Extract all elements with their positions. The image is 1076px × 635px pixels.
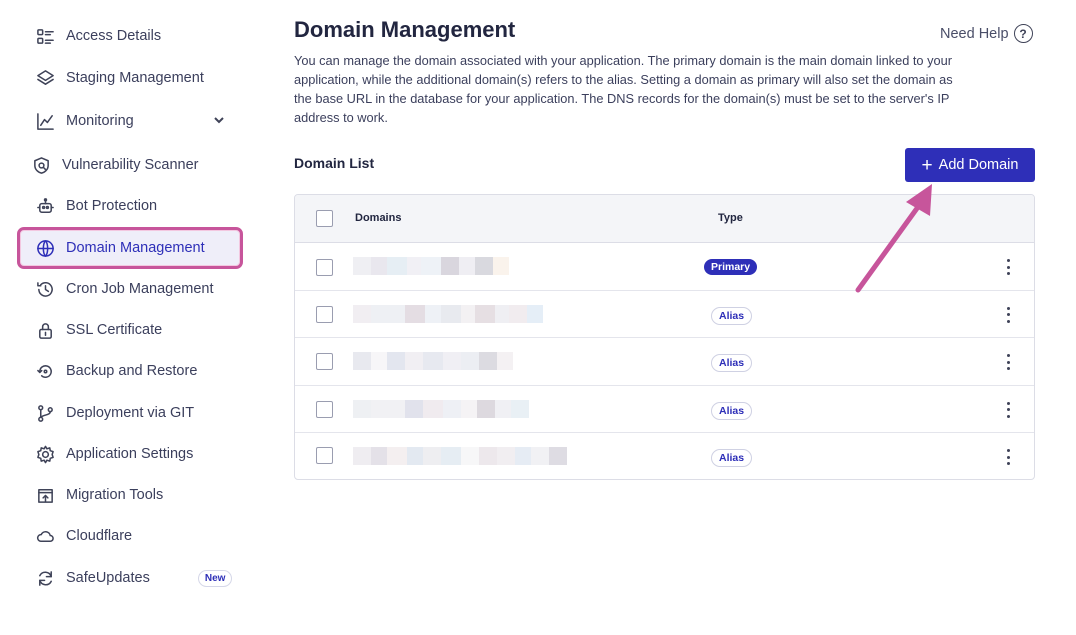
lock-icon bbox=[35, 320, 55, 340]
row-checkbox[interactable] bbox=[316, 353, 333, 370]
table-row: Alias bbox=[295, 433, 1034, 479]
sidebar-item-bot-protection[interactable]: Bot Protection bbox=[20, 188, 240, 224]
access-details-icon bbox=[35, 26, 55, 46]
sidebar-item-label: Deployment via GIT bbox=[66, 405, 195, 421]
cloud-icon bbox=[35, 526, 55, 546]
table-header: Domains Type bbox=[295, 195, 1034, 243]
sidebar-item-ssl-certificate[interactable]: SSL Certificate bbox=[20, 312, 240, 348]
gear-icon bbox=[35, 444, 55, 464]
shield-scan-icon bbox=[31, 155, 51, 175]
domain-list-heading: Domain List bbox=[294, 155, 375, 171]
sidebar-item-label: Cron Job Management bbox=[66, 281, 214, 297]
domain-name-redacted bbox=[353, 304, 663, 325]
sidebar-item-label: Monitoring bbox=[66, 113, 134, 129]
table-row: Primary bbox=[295, 243, 1034, 291]
sidebar-item-staging-management[interactable]: Staging Management bbox=[20, 60, 240, 96]
sidebar-item-label: Migration Tools bbox=[66, 487, 164, 503]
add-domain-button[interactable]: + Add Domain bbox=[905, 148, 1035, 182]
sidebar-item-label: Domain Management bbox=[66, 240, 205, 256]
type-badge-alias: Alias bbox=[711, 401, 753, 420]
sidebar-item-label: SSL Certificate bbox=[66, 322, 163, 338]
type-badge-alias: Alias bbox=[711, 449, 753, 467]
migration-icon bbox=[35, 485, 55, 505]
redaction-blur bbox=[353, 447, 567, 467]
row-checkbox[interactable] bbox=[316, 259, 333, 276]
domain-table: Domains Type Primary Alias Alias Alias A… bbox=[294, 194, 1035, 480]
refresh-icon bbox=[35, 568, 55, 588]
need-help-label: Need Help bbox=[940, 25, 1009, 42]
redaction-blur bbox=[353, 352, 513, 372]
redaction-blur bbox=[353, 399, 529, 420]
sidebar-item-label: Cloudflare bbox=[66, 528, 133, 544]
page-description: You can manage the domain associated wit… bbox=[294, 53, 953, 125]
select-all-checkbox[interactable] bbox=[316, 210, 333, 227]
row-actions-menu-icon[interactable] bbox=[1003, 259, 1013, 275]
layers-icon bbox=[35, 68, 55, 88]
table-row: Alias bbox=[295, 386, 1034, 433]
column-header-domains: Domains bbox=[355, 212, 402, 224]
page-title: Domain Management bbox=[294, 17, 516, 42]
sidebar-item-deployment-via-git[interactable]: Deployment via GIT bbox=[20, 395, 240, 431]
table-row: Alias bbox=[295, 338, 1034, 386]
question-circle-icon: ? bbox=[1013, 24, 1033, 43]
sidebar-item-backup-and-restore[interactable]: Backup and Restore bbox=[20, 353, 240, 389]
clock-history-icon bbox=[35, 279, 55, 299]
chevron-down-icon[interactable] bbox=[212, 113, 226, 127]
table-row: Alias bbox=[295, 291, 1034, 338]
new-badge: New bbox=[197, 569, 233, 587]
redaction-blur bbox=[353, 304, 543, 325]
sidebar-item-safeupdates[interactable]: SafeUpdates New bbox=[20, 560, 240, 596]
sidebar-item-application-settings[interactable]: Application Settings bbox=[20, 436, 240, 472]
domain-name-redacted bbox=[353, 447, 663, 467]
row-actions-menu-icon[interactable] bbox=[1003, 449, 1013, 465]
row-checkbox[interactable] bbox=[316, 447, 333, 464]
domain-name-redacted bbox=[353, 399, 663, 420]
type-badge-primary: Primary bbox=[704, 259, 758, 275]
add-domain-label: Add Domain bbox=[938, 157, 1019, 173]
sidebar-item-domain-management[interactable]: Domain Management bbox=[17, 227, 243, 269]
sidebar-item-label: Application Settings bbox=[66, 446, 194, 462]
git-branch-icon bbox=[35, 403, 55, 423]
sidebar-item-label: Staging Management bbox=[66, 70, 204, 86]
sidebar-item-label: Vulnerability Scanner bbox=[62, 157, 199, 173]
row-actions-menu-icon[interactable] bbox=[1003, 401, 1013, 418]
row-actions-menu-icon[interactable] bbox=[1003, 354, 1013, 370]
robot-icon bbox=[35, 196, 55, 216]
sidebar: Access Details Staging Management Monito… bbox=[0, 0, 260, 635]
sidebar-item-monitoring[interactable]: Monitoring bbox=[20, 103, 240, 139]
plus-icon: + bbox=[921, 154, 933, 176]
www-globe-icon bbox=[35, 238, 55, 258]
row-actions-menu-icon[interactable] bbox=[1003, 306, 1013, 323]
sidebar-item-vulnerability-scanner[interactable]: Vulnerability Scanner bbox=[20, 147, 240, 183]
backup-restore-icon bbox=[35, 361, 55, 381]
sidebar-item-label: SafeUpdates bbox=[66, 570, 150, 586]
domain-name-redacted bbox=[353, 257, 663, 277]
type-badge-alias: Alias bbox=[711, 354, 753, 372]
sidebar-item-migration-tools[interactable]: Migration Tools bbox=[20, 477, 240, 513]
sidebar-item-cloudflare[interactable]: Cloudflare bbox=[20, 518, 240, 554]
column-header-type: Type bbox=[718, 212, 743, 224]
sidebar-item-label: Backup and Restore bbox=[66, 363, 198, 379]
sidebar-item-cron-job-management[interactable]: Cron Job Management bbox=[20, 271, 240, 307]
domain-name-redacted bbox=[353, 352, 663, 372]
need-help-link[interactable]: Need Help ? bbox=[940, 24, 1033, 43]
chart-line-icon bbox=[35, 111, 55, 131]
type-badge-alias: Alias bbox=[711, 306, 753, 325]
row-checkbox[interactable] bbox=[316, 400, 333, 418]
redaction-blur bbox=[353, 257, 509, 277]
sidebar-item-label: Access Details bbox=[66, 28, 162, 44]
row-checkbox[interactable] bbox=[316, 305, 333, 323]
sidebar-item-label: Bot Protection bbox=[66, 198, 158, 214]
sidebar-item-access-details[interactable]: Access Details bbox=[20, 18, 240, 54]
